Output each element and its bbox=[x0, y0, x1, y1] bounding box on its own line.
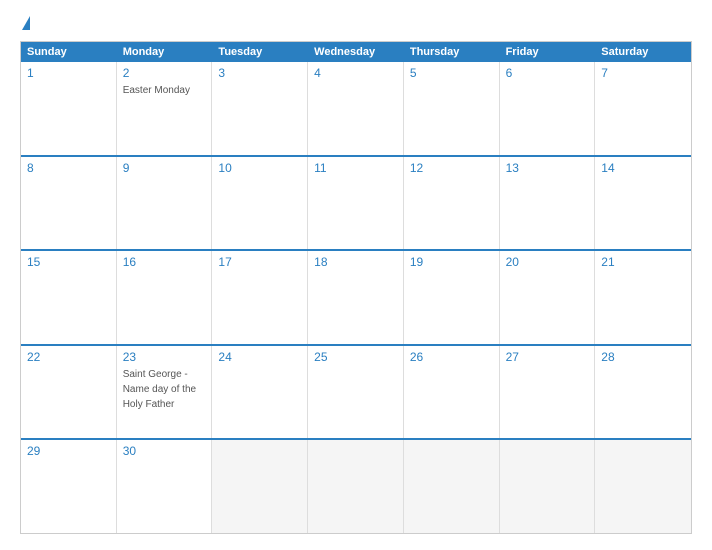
day-number: 6 bbox=[506, 66, 589, 80]
day-number: 25 bbox=[314, 350, 397, 364]
day-number: 14 bbox=[601, 161, 685, 175]
day-number: 2 bbox=[123, 66, 206, 80]
day-number: 7 bbox=[601, 66, 685, 80]
header bbox=[20, 16, 692, 31]
day-number: 28 bbox=[601, 350, 685, 364]
day-number: 9 bbox=[123, 161, 206, 175]
day-number: 1 bbox=[27, 66, 110, 80]
day-number: 15 bbox=[27, 255, 110, 269]
day-number: 12 bbox=[410, 161, 493, 175]
calendar-week: 29 30 bbox=[21, 438, 691, 533]
calendar-week: 89 10 11 12 13 14 bbox=[21, 155, 691, 250]
day-number: 27 bbox=[506, 350, 589, 364]
calendar-header-row: SundayMondayTuesdayWednesdayThursdayFrid… bbox=[21, 42, 691, 62]
day-number: 21 bbox=[601, 255, 685, 269]
event-text: Easter Monday bbox=[123, 85, 190, 96]
day-number: 18 bbox=[314, 255, 397, 269]
event-text: Saint George - Name day of the Holy Fath… bbox=[123, 369, 196, 410]
day-number: 23 bbox=[123, 350, 206, 364]
calendar-week: 22 23 Saint George - Name day of the Holy … bbox=[21, 344, 691, 439]
logo bbox=[20, 16, 30, 31]
day-number: 19 bbox=[410, 255, 493, 269]
calendar-body: 12Easter Monday3456789101112131415161718… bbox=[21, 62, 691, 533]
calendar: SundayMondayTuesdayWednesdayThursdayFrid… bbox=[20, 41, 692, 534]
day-number: 16 bbox=[123, 255, 206, 269]
day-number: 29 bbox=[27, 444, 110, 458]
logo-triangle-icon bbox=[22, 16, 30, 30]
day-number: 13 bbox=[506, 161, 589, 175]
day-number: 20 bbox=[506, 255, 589, 269]
day-of-week-header: Friday bbox=[500, 42, 596, 62]
page: SundayMondayTuesdayWednesdayThursdayFrid… bbox=[0, 0, 712, 550]
day-of-week-header: Wednesday bbox=[308, 42, 404, 62]
day-of-week-header: Sunday bbox=[21, 42, 117, 62]
day-number: 11 bbox=[314, 161, 397, 175]
day-of-week-header: Monday bbox=[117, 42, 213, 62]
day-number: 10 bbox=[218, 161, 301, 175]
day-of-week-header: Saturday bbox=[595, 42, 691, 62]
day-number: 5 bbox=[410, 66, 493, 80]
day-number: 8 bbox=[27, 161, 110, 175]
day-of-week-header: Tuesday bbox=[212, 42, 308, 62]
day-number: 3 bbox=[218, 66, 301, 80]
day-number: 26 bbox=[410, 350, 493, 364]
calendar-week: 12 Easter Monday 34567 bbox=[21, 62, 691, 155]
day-number: 24 bbox=[218, 350, 301, 364]
day-number: 4 bbox=[314, 66, 397, 80]
day-number: 22 bbox=[27, 350, 110, 364]
day-number: 30 bbox=[123, 444, 206, 458]
day-number: 17 bbox=[218, 255, 301, 269]
day-of-week-header: Thursday bbox=[404, 42, 500, 62]
calendar-week: 15 16 17 18 19 20 21 bbox=[21, 249, 691, 344]
